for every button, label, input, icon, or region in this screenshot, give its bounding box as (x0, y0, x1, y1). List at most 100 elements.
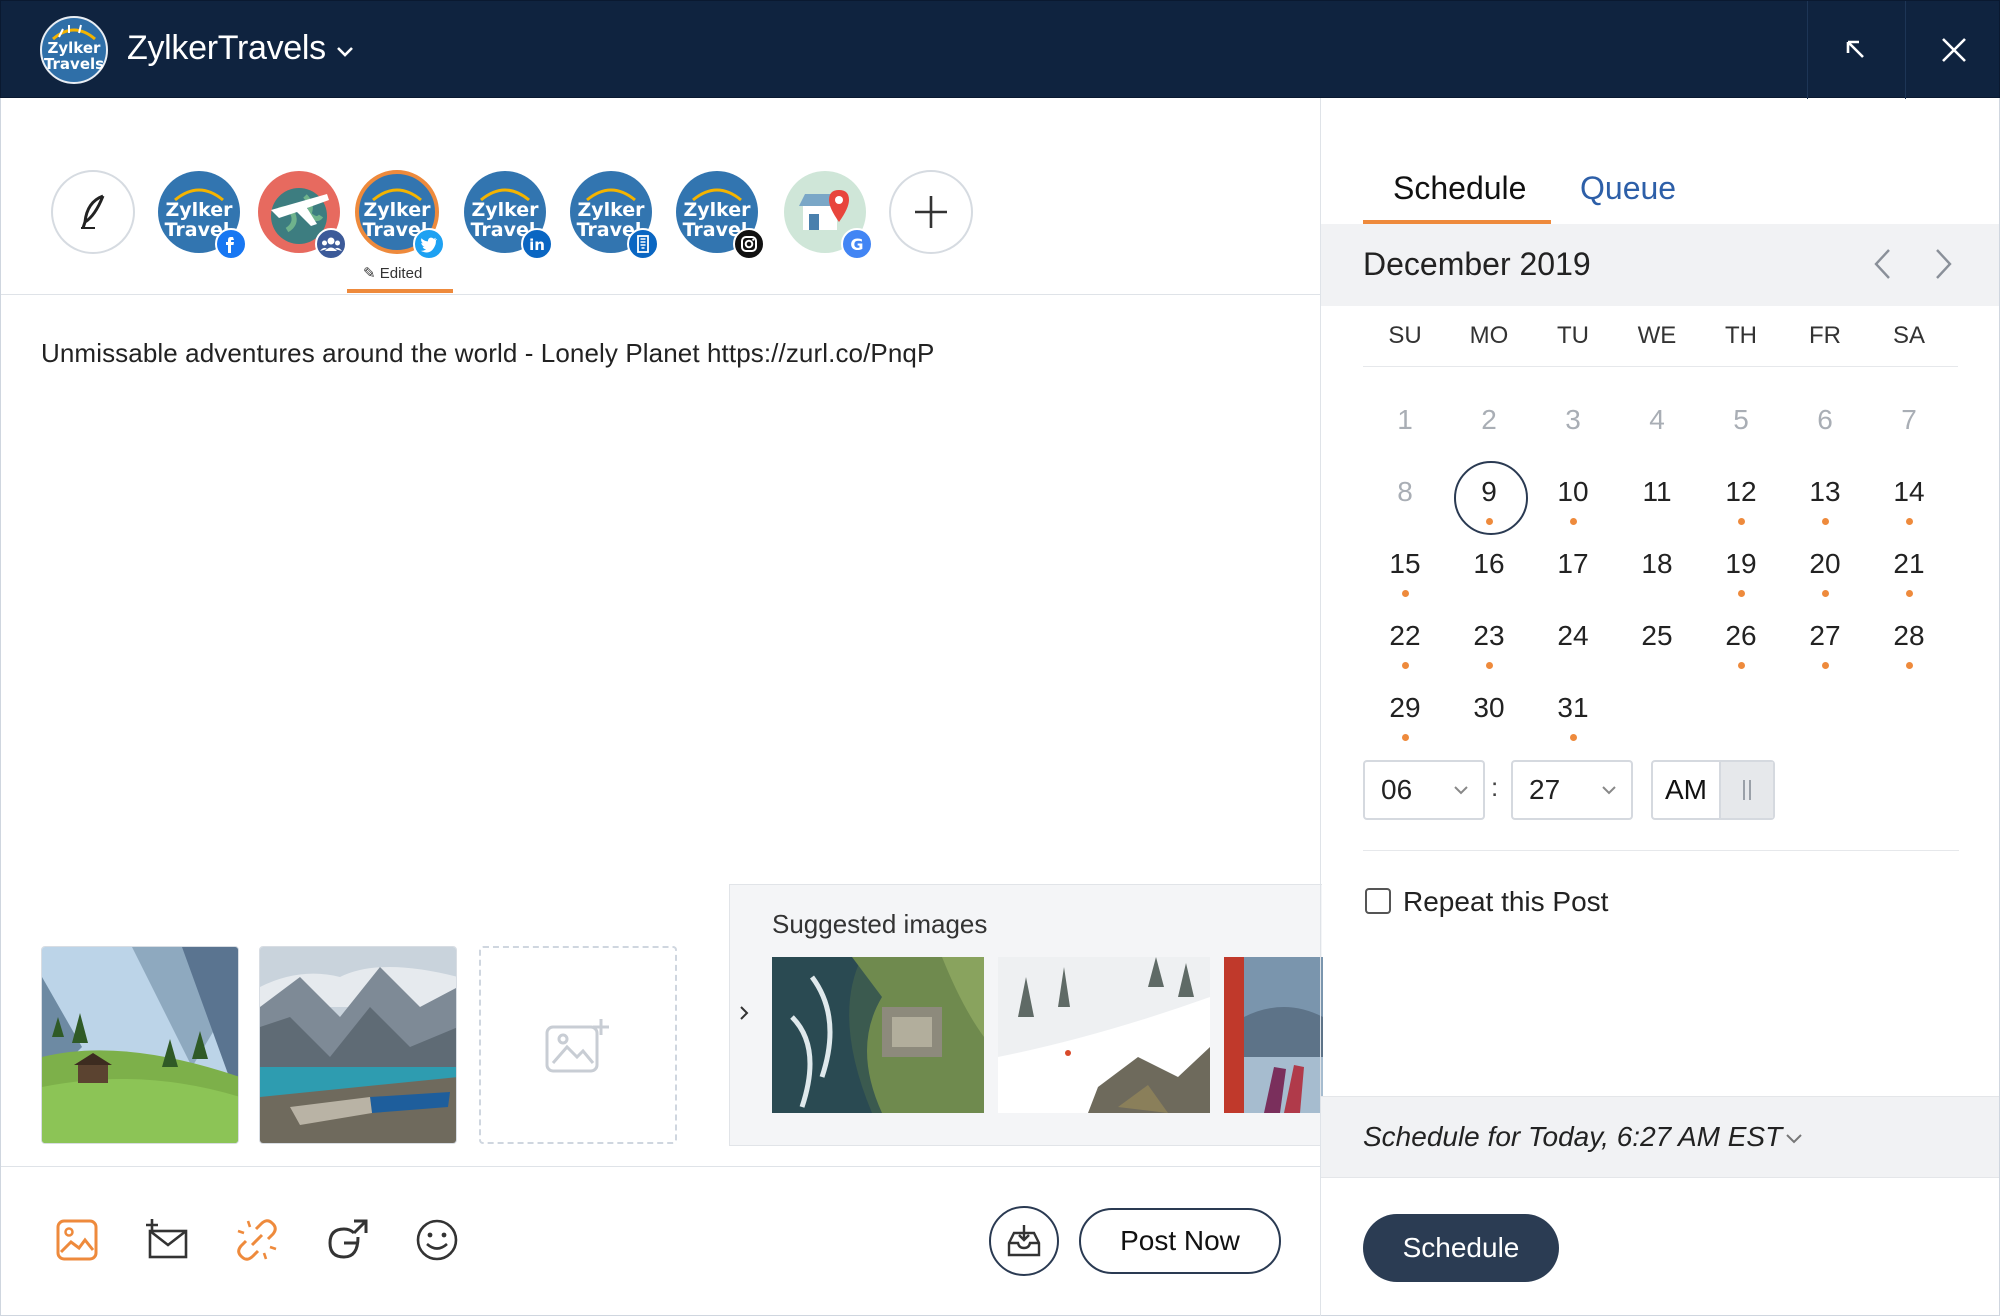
envelope-plus-icon (146, 1219, 188, 1259)
calendar-day-17[interactable]: 17 (1531, 534, 1615, 606)
link-shortener-button[interactable] (233, 1216, 281, 1264)
weekday-we: WE (1637, 322, 1677, 349)
weekday-th: TH (1725, 322, 1757, 349)
scheduled-post-dot (1402, 734, 1409, 741)
next-month-button[interactable] (1923, 244, 1963, 284)
calendar-day-22[interactable]: 22 (1363, 606, 1447, 678)
calendar-day-10[interactable]: 10 (1531, 462, 1615, 534)
repeat-label: Repeat this Post (1403, 886, 1609, 917)
calendar-day-24[interactable]: 24 (1531, 606, 1615, 678)
suggested-image-tent[interactable] (1224, 957, 1323, 1113)
calendar-day-8[interactable]: 8 (1363, 462, 1447, 534)
add-photo-button[interactable] (53, 1216, 101, 1264)
day-number: 23 (1473, 620, 1505, 651)
minimize-button[interactable] (1807, 1, 1903, 99)
calendar-day-16[interactable]: 16 (1447, 534, 1531, 606)
close-button[interactable] (1905, 1, 2000, 99)
attached-image-lake[interactable] (259, 946, 457, 1144)
account-twitter[interactable]: Zylker Travel (355, 170, 445, 260)
calendar-day-27[interactable]: 27 (1783, 606, 1867, 678)
twitter-badge-icon (413, 228, 445, 260)
svg-text:Zylker: Zylker (165, 199, 233, 221)
scheduled-post-dot (1906, 662, 1913, 669)
day-number: 19 (1725, 548, 1757, 579)
attached-image-valley[interactable] (41, 946, 239, 1144)
calendar-day-3[interactable]: 3 (1531, 390, 1615, 462)
account-instagram[interactable]: Zylker Travel (675, 170, 765, 260)
scheduled-post-dot (1906, 590, 1913, 597)
toggle-knob[interactable] (1719, 762, 1773, 818)
post-now-button[interactable]: Post Now (1079, 1208, 1281, 1274)
emoji-button[interactable] (413, 1216, 461, 1264)
calendar-day-28[interactable]: 28 (1867, 606, 1951, 678)
calendar-day-31[interactable]: 31 (1531, 678, 1615, 750)
google-share-button[interactable] (323, 1216, 371, 1264)
day-number: 27 (1809, 620, 1841, 651)
save-draft-button[interactable] (989, 1206, 1059, 1276)
scheduled-post-dot (1402, 590, 1409, 597)
repeat-checkbox[interactable] (1365, 888, 1391, 914)
calendar-day-9[interactable]: 9 (1447, 461, 1531, 535)
scheduled-post-dot (1738, 518, 1745, 525)
calendar-day-7[interactable]: 7 (1867, 390, 1951, 462)
post-textarea[interactable]: Unmissable adventures around the world -… (41, 338, 934, 369)
tab-queue[interactable]: Queue (1580, 170, 1676, 207)
minute-select[interactable]: 27 (1511, 760, 1633, 820)
image-coast (772, 957, 984, 1113)
google-share-icon (328, 1219, 368, 1259)
calendar-day-6[interactable]: 6 (1783, 390, 1867, 462)
calendar-day-23[interactable]: 23 (1447, 606, 1531, 678)
calendar-day-13[interactable]: 13 (1783, 462, 1867, 534)
prev-month-button[interactable] (1863, 244, 1903, 284)
calendar-day-19[interactable]: 19 (1699, 534, 1783, 606)
weekday-su: SU (1388, 322, 1422, 349)
calendar-day-29[interactable]: 29 (1363, 678, 1447, 750)
calendar-day-1[interactable]: 1 (1363, 390, 1447, 462)
calendar-day-20[interactable]: 20 (1783, 534, 1867, 606)
tab-schedule[interactable]: Schedule (1393, 170, 1526, 207)
hour-select[interactable]: 06 (1363, 760, 1485, 820)
day-number: 16 (1473, 548, 1505, 579)
account-facebook[interactable]: Zylker Travel (157, 170, 247, 260)
compose-avatar[interactable] (51, 170, 135, 254)
ampm-toggle[interactable]: AM (1651, 760, 1775, 820)
calendar-day-11[interactable]: 11 (1615, 462, 1699, 534)
add-account-button[interactable] (889, 170, 973, 254)
calendar-day-4[interactable]: 4 (1615, 390, 1699, 462)
account-linkedin-page[interactable]: Zylker Travel (569, 170, 659, 260)
schedule-summary-bar[interactable]: Schedule for Today, 6:27 AM EST (1321, 1096, 1999, 1178)
calendar-day-12[interactable]: 12 (1699, 462, 1783, 534)
add-image-button[interactable] (479, 946, 677, 1144)
linkedin-badge-icon: in (521, 228, 553, 260)
account-linkedin[interactable]: Zylker Travel in (463, 170, 553, 260)
day-number: 21 (1893, 548, 1925, 579)
scheduled-post-dot (1402, 662, 1409, 669)
day-number: 22 (1389, 620, 1421, 651)
image-icon (56, 1219, 98, 1261)
calendar-day-30[interactable]: 30 (1447, 678, 1531, 750)
calendar-day-2[interactable]: 2 (1447, 390, 1531, 462)
scheduled-post-dot (1570, 518, 1577, 525)
add-mention-button[interactable] (143, 1216, 191, 1264)
calendar-day-14[interactable]: 14 (1867, 462, 1951, 534)
calendar-day-26[interactable]: 26 (1699, 606, 1783, 678)
google-badge-icon: G (841, 228, 873, 260)
broken-link-icon (237, 1219, 277, 1261)
chevron-right-icon[interactable] (734, 1003, 754, 1023)
calendar-day-5[interactable]: 5 (1699, 390, 1783, 462)
calendar-day-25[interactable]: 25 (1615, 606, 1699, 678)
calendar-day-21[interactable]: 21 (1867, 534, 1951, 606)
account-group[interactable] (257, 170, 347, 260)
scheduled-post-dot (1738, 662, 1745, 669)
calendar-day-15[interactable]: 15 (1363, 534, 1447, 606)
suggested-image-snow[interactable] (998, 957, 1210, 1113)
day-number: 14 (1893, 476, 1925, 507)
suggested-images-panel: Suggested images (729, 884, 1323, 1146)
suggested-image-coast[interactable] (772, 957, 984, 1113)
calendar-day-18[interactable]: 18 (1615, 534, 1699, 606)
instagram-badge-icon (733, 228, 765, 260)
chevron-down-icon[interactable] (333, 39, 357, 63)
chevron-right-icon (1936, 249, 1952, 279)
schedule-button[interactable]: Schedule (1363, 1214, 1559, 1282)
account-google-my-business[interactable]: G (783, 170, 873, 260)
